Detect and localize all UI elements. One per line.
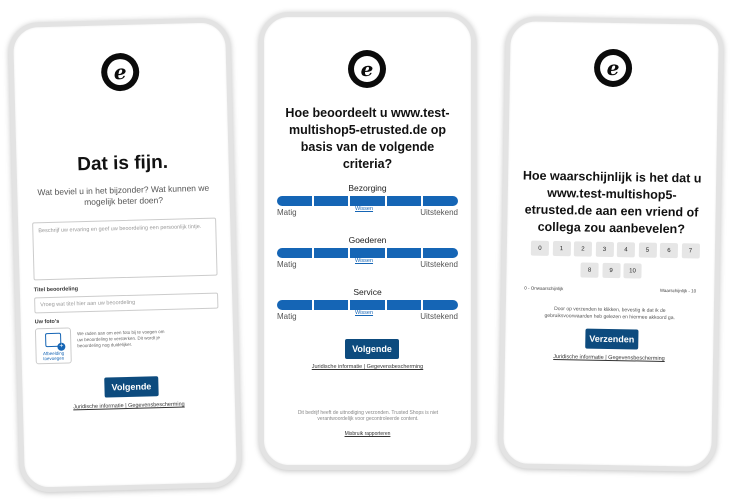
nps-option[interactable]: 2 <box>573 241 593 257</box>
add-photo-label: Afbeelding toevoegen <box>42 350 65 362</box>
page-title: Hoe beoordeelt u www.test-multishop5-etr… <box>285 106 450 171</box>
legal-links[interactable]: Juridische informatie | Gegevensbescherm… <box>23 400 235 412</box>
clear-link[interactable]: Wissen <box>355 206 373 212</box>
logo-letter: e <box>599 54 627 82</box>
photos-label: Uw foto's <box>34 318 60 326</box>
nps-option[interactable]: 8 <box>580 262 599 278</box>
etrusted-logo: e <box>593 48 633 88</box>
nps-scale-row-1: 0 1 2 3 4 5 6 7 <box>530 240 700 259</box>
image-add-icon: + <box>45 332 66 351</box>
high-label: Uitstekend <box>420 260 458 269</box>
nps-high-label: Waarschijnlijk - 10 <box>659 287 697 294</box>
title-label: Titel beoordeling <box>33 286 79 294</box>
next-button[interactable]: Volgende <box>104 376 159 398</box>
clear-link[interactable]: Wissen <box>355 310 373 316</box>
nps-scale-row-2: 8 9 10 <box>580 262 642 279</box>
nps-option[interactable]: 3 <box>595 241 614 258</box>
send-button[interactable]: Verzenden <box>585 328 639 350</box>
nps-low-label: 0 - Onwaarschijnlijk <box>524 285 564 292</box>
nps-option[interactable]: 9 <box>601 262 621 279</box>
add-photo-button[interactable]: + Afbeelding toevoegen <box>34 327 72 365</box>
etrusted-logo: e <box>100 52 140 92</box>
etrusted-logo: e <box>348 50 386 88</box>
nps-option[interactable]: 4 <box>616 242 636 258</box>
phone-screen-nps: e Hoe waarschijnlijk is het dat u www.te… <box>498 16 724 472</box>
criterion-bezorging: Bezorging Matig Wissen Uitstekend <box>277 183 458 220</box>
consent-text: Door op verzenden te klikken, bevestig i… <box>544 306 675 322</box>
phone-screen-review-text: e Dat is fijn. Wat beviel u in het bijzo… <box>7 17 243 493</box>
report-abuse-link[interactable]: Misbruik rapporteren <box>264 431 471 437</box>
nps-option[interactable]: 7 <box>681 243 700 259</box>
nps-option[interactable]: 1 <box>552 240 571 257</box>
page-title: Hoe waarschijnlijk is het dat u www.test… <box>522 168 702 237</box>
title-input[interactable]: Vroeg wat titel hier aan uw beoordeling <box>34 292 219 314</box>
page-title: Dat is fijn. <box>76 151 169 176</box>
review-textarea[interactable]: Beschrijf uw ervaring en geef uw beoorde… <box>32 217 218 281</box>
criterion-name: Goederen <box>348 235 387 245</box>
rating-bar[interactable] <box>277 248 458 258</box>
criterion-service: Service Matig Wissen Uitstekend <box>277 287 458 324</box>
uitnodiging-notice: Dit bedrijf heeft de uitnodiging verzond… <box>297 410 439 422</box>
nps-option[interactable]: 6 <box>659 242 679 259</box>
criterion-name: Bezorging <box>348 183 387 193</box>
high-label: Uitstekend <box>420 312 458 321</box>
criterion-name: Service <box>353 287 382 297</box>
rating-bar[interactable] <box>277 300 458 310</box>
nps-option[interactable]: 10 <box>623 263 642 279</box>
title-placeholder: Vroeg wat titel hier aan uw beoordeling <box>40 299 136 309</box>
logo-letter: e <box>354 56 380 82</box>
criterion-goederen: Goederen Matig Wissen Uitstekend <box>277 235 458 272</box>
rating-bar[interactable] <box>277 196 458 206</box>
legal-links[interactable]: Juridische informatie | Gegevensbescherm… <box>505 353 713 363</box>
page-subtitle: Wat beviel u in het bijzonder? Wat kunne… <box>37 182 210 208</box>
high-label: Uitstekend <box>420 208 458 217</box>
nps-option[interactable]: 0 <box>530 240 550 256</box>
low-label: Matig <box>277 260 297 269</box>
review-placeholder: Beschrijf uw ervaring en geef uw beoorde… <box>38 223 202 235</box>
photo-hint: We raden aan om een foto bij te voegen o… <box>76 328 165 349</box>
low-label: Matig <box>277 208 297 217</box>
logo-letter: e <box>106 58 134 86</box>
legal-links[interactable]: Juridische informatie | Gegevensbescherm… <box>264 364 471 370</box>
clear-link[interactable]: Wissen <box>355 258 373 264</box>
nps-option[interactable]: 5 <box>638 242 657 258</box>
phone-screen-criteria: e Hoe beoordeelt u www.test-multishop5-e… <box>259 12 476 470</box>
next-button[interactable]: Volgende <box>345 339 399 359</box>
low-label: Matig <box>277 312 297 321</box>
